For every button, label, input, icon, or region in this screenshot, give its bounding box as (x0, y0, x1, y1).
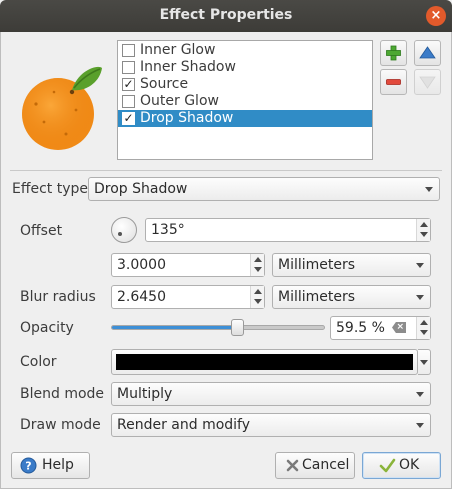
color-label: Color (20, 354, 57, 370)
spin-up-icon[interactable] (420, 320, 428, 325)
help-label: Help (42, 457, 74, 473)
blend-mode-select[interactable]: Multiply (111, 382, 431, 406)
help-button[interactable]: ? Help (11, 452, 90, 479)
effect-item-label: Drop Shadow (140, 110, 234, 126)
chevron-down-icon (416, 295, 424, 300)
spin-up-icon[interactable] (254, 289, 262, 294)
down-arrow-icon (419, 76, 436, 89)
draw-mode-value: Render and modify (117, 417, 251, 433)
spin-arrows[interactable] (250, 286, 264, 308)
angle-dial[interactable] (111, 217, 137, 243)
spin-up-icon[interactable] (420, 222, 428, 227)
up-arrow-icon (419, 46, 436, 59)
effect-type-value: Drop Shadow (94, 181, 188, 197)
remove-effect-button[interactable] (380, 69, 407, 95)
effect-item-drop-shadow[interactable]: ✓ Drop Shadow (118, 110, 372, 127)
blur-radius-label: Blur radius (20, 289, 96, 305)
drop-shadow-checkbox[interactable]: ✓ (122, 112, 135, 125)
effect-item-label: Inner Shadow (140, 59, 236, 75)
minus-icon (386, 79, 401, 85)
color-swatch (116, 354, 413, 370)
cancel-x-icon (286, 459, 299, 472)
chevron-down-icon (425, 187, 433, 192)
effect-item-outer-glow[interactable]: Outer Glow (118, 93, 372, 110)
chevron-down-icon (416, 392, 424, 397)
section-divider (10, 170, 442, 171)
spin-down-icon[interactable] (420, 330, 428, 335)
plus-icon (386, 45, 401, 61)
ok-label: OK (399, 457, 420, 473)
opacity-label: Opacity (20, 320, 74, 336)
chevron-down-icon (416, 263, 424, 268)
help-icon: ? (20, 457, 37, 474)
opacity-spinbox[interactable]: 59.5 % (330, 316, 431, 340)
offset-unit-select[interactable]: Millimeters (272, 253, 431, 277)
orange-fruit-preview-icon (22, 66, 102, 150)
draw-mode-select[interactable]: Render and modify (111, 413, 431, 437)
opacity-slider-handle[interactable] (231, 319, 244, 336)
offset-angle-spinbox[interactable]: 135° (145, 218, 431, 242)
blur-radius-value: 2.6450 (117, 289, 166, 305)
inner-shadow-checkbox[interactable] (122, 61, 135, 74)
blur-unit-select[interactable]: Millimeters (272, 285, 431, 309)
spin-down-icon[interactable] (254, 299, 262, 304)
outer-glow-checkbox[interactable] (122, 95, 135, 108)
color-menu-button[interactable] (418, 349, 431, 375)
spin-arrows[interactable] (250, 254, 264, 276)
offset-unit-value: Millimeters (278, 257, 356, 273)
chevron-down-icon (420, 360, 428, 365)
checkmark-icon (379, 458, 396, 473)
window-title: Effect Properties (159, 7, 293, 23)
move-down-button[interactable] (414, 69, 441, 95)
effect-type-label: Effect type (12, 181, 89, 197)
chevron-down-icon (416, 423, 424, 428)
opacity-value: 59.5 % (336, 320, 385, 336)
spin-down-icon[interactable] (254, 267, 262, 272)
effect-item-source[interactable]: ✓ Source (118, 76, 372, 93)
effect-type-select[interactable]: Drop Shadow (88, 177, 440, 201)
blur-radius-spinbox[interactable]: 2.6450 (111, 285, 265, 309)
effect-item-label: Inner Glow (140, 42, 216, 58)
offset-distance-spinbox[interactable]: 3.0000 (111, 253, 265, 277)
draw-mode-label: Draw mode (20, 417, 101, 433)
blend-mode-value: Multiply (117, 386, 173, 402)
cancel-button[interactable]: Cancel (275, 452, 355, 479)
dial-marker-icon (118, 232, 122, 236)
cancel-label: Cancel (302, 457, 350, 473)
effects-list[interactable]: Inner Glow Inner Shadow ✓ Source Outer G… (117, 40, 373, 160)
opacity-slider-fill (112, 326, 238, 329)
effect-item-inner-shadow[interactable]: Inner Shadow (118, 59, 372, 76)
close-button[interactable]: × (426, 6, 446, 26)
effect-item-inner-glow[interactable]: Inner Glow (118, 42, 372, 59)
spin-arrows[interactable] (416, 219, 430, 241)
blend-mode-label: Blend mode (20, 386, 105, 402)
inner-glow-checkbox[interactable] (122, 44, 135, 57)
offset-label: Offset (20, 223, 63, 239)
ok-button[interactable]: OK (362, 452, 441, 479)
spin-down-icon[interactable] (420, 232, 428, 237)
effect-item-label: Source (140, 76, 189, 92)
effect-item-label: Outer Glow (140, 93, 219, 109)
spin-up-icon[interactable] (254, 257, 262, 262)
source-checkbox[interactable]: ✓ (122, 78, 135, 91)
add-effect-button[interactable] (380, 40, 407, 66)
offset-distance-value: 3.0000 (117, 257, 166, 273)
blur-unit-value: Millimeters (278, 289, 356, 305)
spin-arrows[interactable] (416, 317, 430, 339)
title-bar: Effect Properties × (0, 0, 452, 32)
offset-angle-value: 135° (151, 222, 185, 238)
svg-text:?: ? (25, 460, 31, 473)
opacity-slider-track[interactable] (111, 325, 325, 330)
move-up-button[interactable] (414, 40, 441, 66)
color-picker-button[interactable] (111, 349, 418, 375)
